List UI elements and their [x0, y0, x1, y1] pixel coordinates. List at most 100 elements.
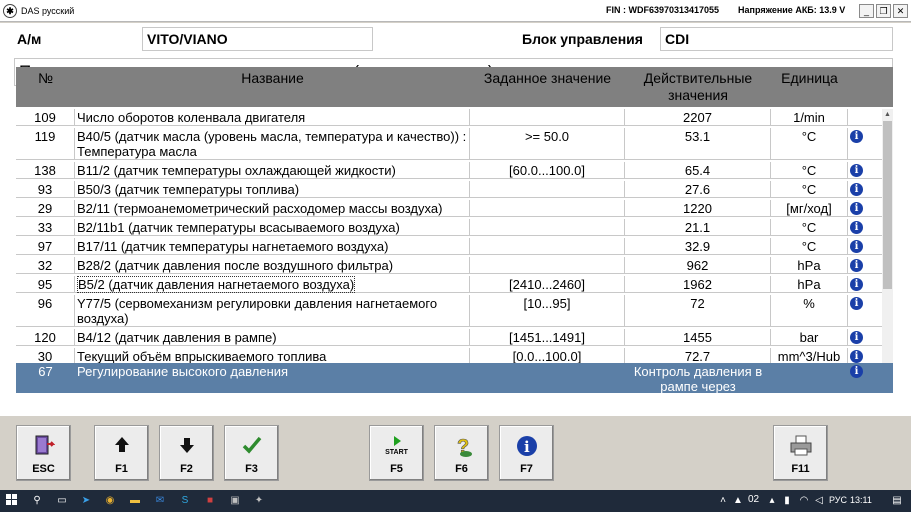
cell-name: B28/2 (датчик давления после воздушного …: [75, 257, 470, 273]
info-icon[interactable]: i: [850, 164, 863, 177]
app-icon-red[interactable]: ■: [203, 494, 217, 508]
table-row-selected[interactable]: 67 Регулирование высокого давления Контр…: [16, 363, 893, 394]
telegram-icon[interactable]: ➤: [79, 494, 93, 508]
folder-icon[interactable]: ▬: [128, 494, 142, 508]
cell-actual: 53.1: [625, 128, 771, 159]
info-icon[interactable]: i: [850, 183, 863, 196]
esc-button[interactable]: ESC: [16, 425, 71, 481]
battery-icon[interactable]: ▮: [780, 494, 794, 508]
fin-label: FIN : WDF63970313417055: [606, 5, 720, 15]
cell-name-text: B40/5 (датчик масла (уровень масла, темп…: [77, 129, 467, 159]
cell-name: B2/11 (термоанемометрический расходомер …: [75, 200, 470, 216]
cell-setpoint: [2410...2460]: [470, 276, 625, 292]
cell-actual: 21.1: [625, 219, 771, 235]
close-button[interactable]: ✕: [893, 4, 908, 18]
table-row[interactable]: 29 B2/11 (термоанемометрический расходоме…: [16, 200, 882, 217]
cell-unit: °C: [771, 181, 848, 197]
cell-no: 138: [16, 162, 75, 178]
restore-button[interactable]: ❐: [876, 4, 891, 18]
table-row[interactable]: 33 B2/11b1 (датчик температуры всасываемо…: [16, 219, 882, 236]
tray-chevron-up-icon[interactable]: ˄: [716, 494, 730, 508]
mercedes-star-icon[interactable]: ✦: [252, 494, 266, 508]
table-row[interactable]: 120 B4/12 (датчик давления в рампе) [1451.…: [16, 329, 882, 346]
taskbar-clock[interactable]: 13:11: [850, 495, 872, 505]
cell-name-text: B2/11b1 (датчик температуры всасываемого…: [77, 220, 400, 235]
table-row[interactable]: 109 Число оборотов коленвала двигателя 220…: [16, 109, 882, 126]
table-row[interactable]: 138 B11/2 (датчик температуры охлаждающей…: [16, 162, 882, 179]
info-icon[interactable]: i: [850, 350, 863, 363]
skype-icon[interactable]: S: [178, 494, 192, 508]
cell-name: B40/5 (датчик масла (уровень масла, темп…: [75, 128, 470, 159]
f3-label: F3: [245, 463, 258, 475]
cell-info: i: [848, 181, 882, 197]
cell-no: 120: [16, 329, 75, 345]
table-row[interactable]: 95 B5/2 (датчик давления нагнетаемого воз…: [16, 276, 882, 293]
checkmark-icon: [225, 434, 278, 458]
cell-name-text: B4/12 (датчик давления в рампе): [77, 330, 277, 345]
network-icon[interactable]: ▲: [731, 494, 745, 508]
cell-setpoint: [60.0...100.0]: [470, 162, 625, 178]
cell-actual: 65.4: [625, 162, 771, 178]
table-row[interactable]: 119 B40/5 (датчик масла (уровень масла, т…: [16, 128, 882, 160]
f3-confirm-button[interactable]: F3: [224, 425, 279, 481]
cell-setpoint: >= 50.0: [470, 128, 625, 159]
mail-icon[interactable]: ✉: [153, 494, 167, 508]
info-icon[interactable]: i: [850, 365, 863, 378]
info-icon[interactable]: i: [850, 130, 863, 143]
das-app-icon[interactable]: ▣: [228, 494, 242, 508]
f2-down-button[interactable]: F2: [159, 425, 214, 481]
info-icon[interactable]: i: [850, 240, 863, 253]
search-icon[interactable]: ⚲: [30, 494, 44, 508]
cell-setpoint: [0.0...100.0]: [470, 348, 625, 364]
cell-info: i: [848, 128, 882, 159]
info-icon[interactable]: i: [850, 259, 863, 272]
table-row[interactable]: 93 B50/3 (датчик температуры топлива) 27.6…: [16, 181, 882, 198]
cell-unit: °C: [771, 238, 848, 254]
notifications-icon[interactable]: ▤: [890, 494, 904, 508]
cell-actual: 1455: [625, 329, 771, 345]
tray-app-icon[interactable]: ▴: [765, 494, 779, 508]
cell-setpoint: [470, 200, 625, 216]
info-icon[interactable]: i: [850, 202, 863, 215]
minimize-button[interactable]: _: [859, 4, 874, 18]
f6-help-button[interactable]: ? F6: [434, 425, 489, 481]
info-icon[interactable]: i: [850, 297, 863, 310]
windows-start-icon[interactable]: [5, 494, 19, 508]
cell-no: 119: [16, 128, 75, 159]
cell-name: B17/11 (датчик температуры нагнетаемого …: [75, 238, 470, 254]
f11-print-button[interactable]: F11: [773, 425, 828, 481]
col-header-actual: Действительные значения: [643, 70, 753, 103]
tray-num-indicator: 02: [748, 494, 760, 505]
info-icon: i: [500, 434, 553, 458]
cell-info: i: [848, 295, 882, 326]
arrow-down-icon: [160, 434, 213, 458]
cell-unit: °C: [771, 162, 848, 178]
f1-up-button[interactable]: F1: [94, 425, 149, 481]
table-row[interactable]: 97 B17/11 (датчик температуры нагнетаемог…: [16, 238, 882, 255]
language-indicator[interactable]: РУС: [829, 495, 847, 505]
wifi-icon[interactable]: ◠: [797, 494, 811, 508]
volume-icon[interactable]: ◁: [812, 494, 826, 508]
chrome-icon[interactable]: ◉: [103, 494, 117, 508]
cell-info: i: [848, 200, 882, 216]
info-icon[interactable]: i: [850, 278, 863, 291]
cell-setpoint: [470, 257, 625, 273]
vertical-scrollbar[interactable]: ▲: [882, 109, 893, 363]
cell-setpoint: [470, 238, 625, 254]
cell-actual: 2207: [625, 109, 771, 125]
f7-info-button[interactable]: i F7: [499, 425, 554, 481]
scroll-up-arrow-icon[interactable]: ▲: [882, 109, 893, 120]
cell-name: Регулирование высокого давления: [77, 364, 289, 379]
info-icon[interactable]: i: [850, 331, 863, 344]
printer-icon: [774, 434, 827, 458]
f5-start-button[interactable]: START F5: [369, 425, 424, 481]
table-row[interactable]: 32 B28/2 (датчик давления после воздушног…: [16, 257, 882, 274]
vehicle-value-field: VITO/VIANO: [142, 27, 373, 51]
cell-name-text: B5/2 (датчик давления нагнетаемого возду…: [77, 276, 356, 293]
table-row[interactable]: 96 Y77/5 (сервомеханизм регулировки давле…: [16, 295, 882, 327]
scrollbar-thumb[interactable]: [883, 121, 892, 289]
info-icon[interactable]: i: [850, 221, 863, 234]
task-view-icon[interactable]: ▭: [55, 494, 69, 508]
table-body: 109 Число оборотов коленвала двигателя 220…: [16, 109, 882, 365]
cell-info: i: [848, 219, 882, 235]
